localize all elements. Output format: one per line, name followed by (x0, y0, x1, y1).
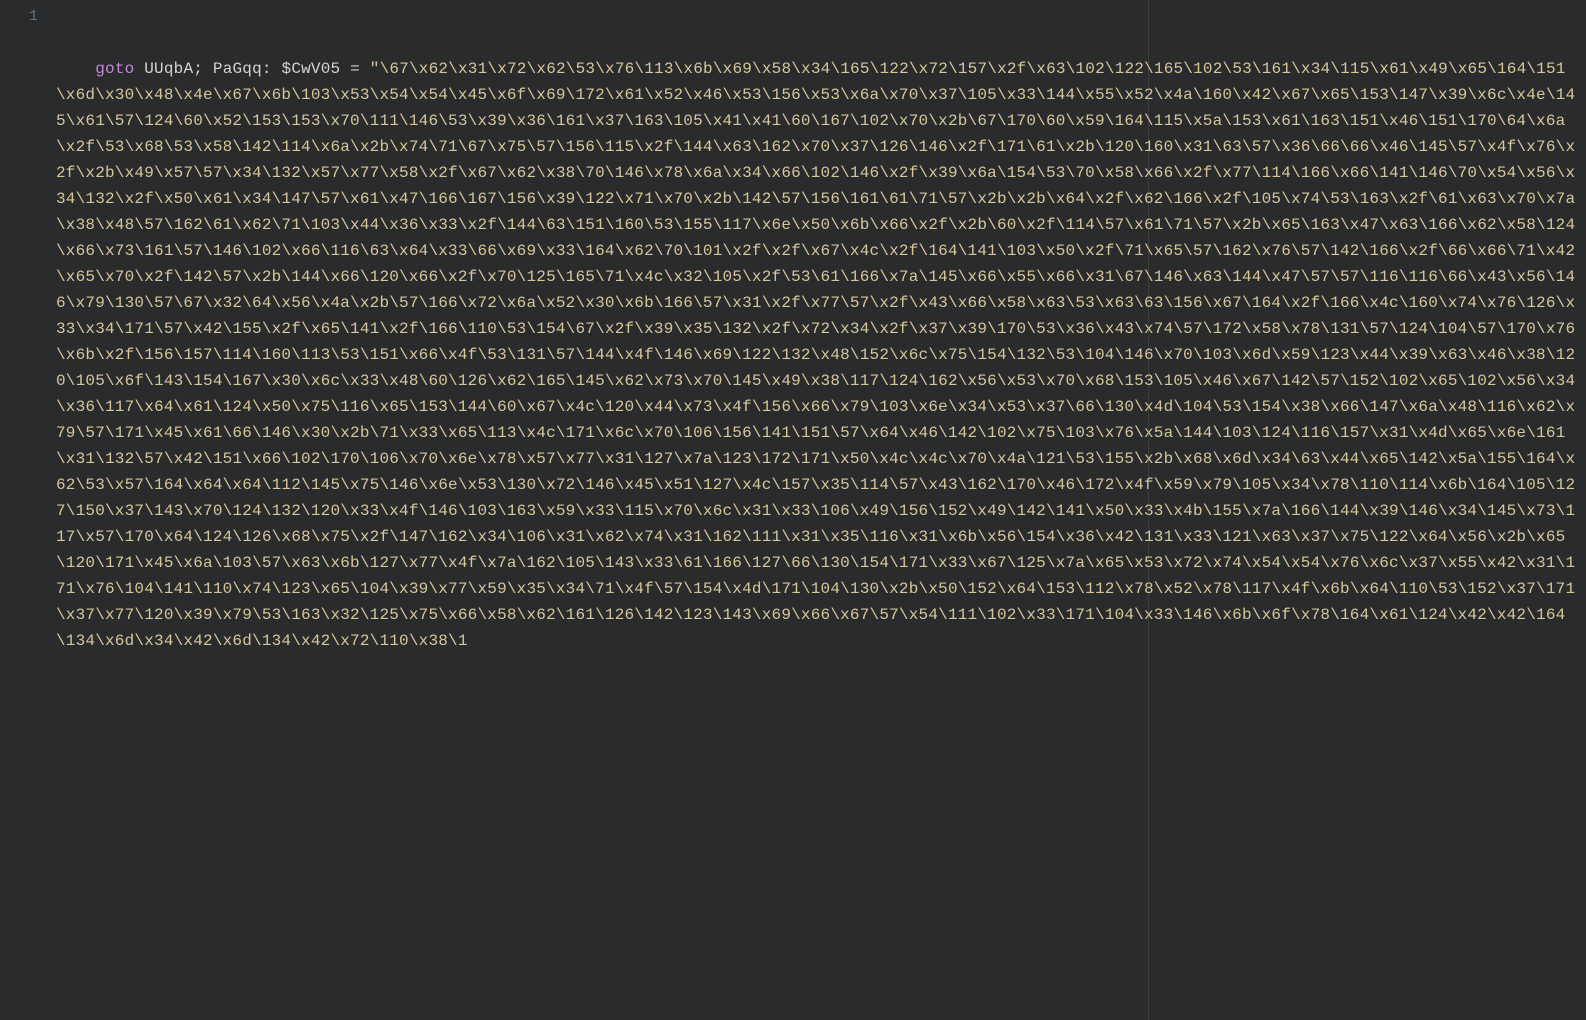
equals: = (350, 60, 360, 78)
semicolon: ; (193, 60, 203, 78)
line-number-gutter: 1 (0, 0, 48, 1020)
variable-cwv05: $CwV05 (282, 60, 341, 78)
code-content-area[interactable]: goto UUqbA; PaGqq: $CwV05 = "\67\x62\x31… (48, 0, 1586, 1020)
line-number: 1 (0, 4, 38, 30)
colon: : (262, 60, 272, 78)
keyword-goto: goto (95, 60, 134, 78)
label-pagqq: PaGqq (213, 60, 262, 78)
code-editor: 1 goto UUqbA; PaGqq: $CwV05 = "\67\x62\x… (0, 0, 1586, 1020)
identifier-uuqba: UUqbA (144, 60, 193, 78)
string-literal: "\67\x62\x31\x72\x62\53\x76\113\x6b\x69\… (56, 60, 1575, 650)
